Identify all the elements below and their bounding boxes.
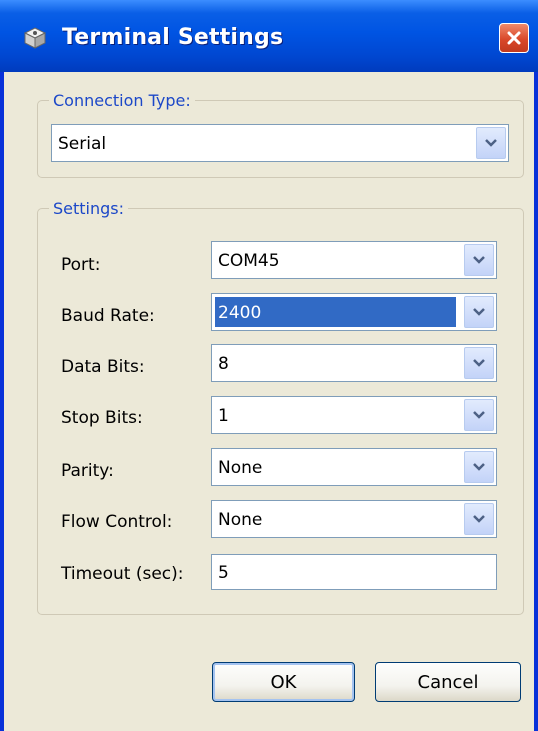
data-bits-select[interactable]: 8 xyxy=(211,344,497,382)
stop-bits-select[interactable]: 1 xyxy=(211,396,497,434)
dialog-body: Connection Type: Serial Settings: Port: … xyxy=(4,72,534,731)
chevron-down-icon[interactable] xyxy=(464,451,494,483)
parity-label: Parity: xyxy=(61,461,114,481)
connection-type-select[interactable]: Serial xyxy=(51,124,509,162)
chevron-down-icon[interactable] xyxy=(464,296,494,328)
chevron-down-icon[interactable] xyxy=(464,503,494,535)
window-title: Terminal Settings xyxy=(62,25,284,50)
settings-legend: Settings: xyxy=(49,199,129,218)
ok-button[interactable]: OK xyxy=(212,662,355,702)
chevron-down-icon[interactable] xyxy=(464,244,494,276)
stop-bits-label: Stop Bits: xyxy=(61,408,143,428)
data-bits-label: Data Bits: xyxy=(61,357,145,377)
port-label: Port: xyxy=(61,255,101,275)
connection-type-legend: Connection Type: xyxy=(49,91,195,110)
data-bits-value: 8 xyxy=(218,354,229,374)
chevron-down-icon[interactable] xyxy=(464,399,494,431)
cancel-button[interactable]: Cancel xyxy=(375,662,521,702)
gear-cube-icon xyxy=(24,27,46,49)
port-select[interactable]: COM45 xyxy=(211,241,497,279)
chevron-down-icon[interactable] xyxy=(464,347,494,379)
timeout-value: 5 xyxy=(218,563,229,583)
timeout-label: Timeout (sec): xyxy=(61,564,184,584)
baud-rate-select[interactable]: 2400 xyxy=(211,293,497,331)
baud-rate-label: Baud Rate: xyxy=(61,306,155,326)
flow-control-select[interactable]: None xyxy=(211,500,497,538)
flow-control-label: Flow Control: xyxy=(61,512,173,532)
title-bar[interactable]: Terminal Settings xyxy=(0,0,538,72)
close-button[interactable] xyxy=(499,23,529,53)
chevron-down-icon[interactable] xyxy=(476,127,506,159)
flow-control-value: None xyxy=(218,510,263,530)
parity-value: None xyxy=(218,458,263,478)
connection-type-value: Serial xyxy=(58,134,107,154)
timeout-input[interactable]: 5 xyxy=(211,554,497,590)
close-icon xyxy=(507,31,521,45)
terminal-settings-dialog: Terminal Settings Connection Type: Seria… xyxy=(0,0,538,731)
baud-rate-value: 2400 xyxy=(215,297,456,327)
stop-bits-value: 1 xyxy=(218,406,229,426)
parity-select[interactable]: None xyxy=(211,448,497,486)
port-value: COM45 xyxy=(218,251,280,271)
